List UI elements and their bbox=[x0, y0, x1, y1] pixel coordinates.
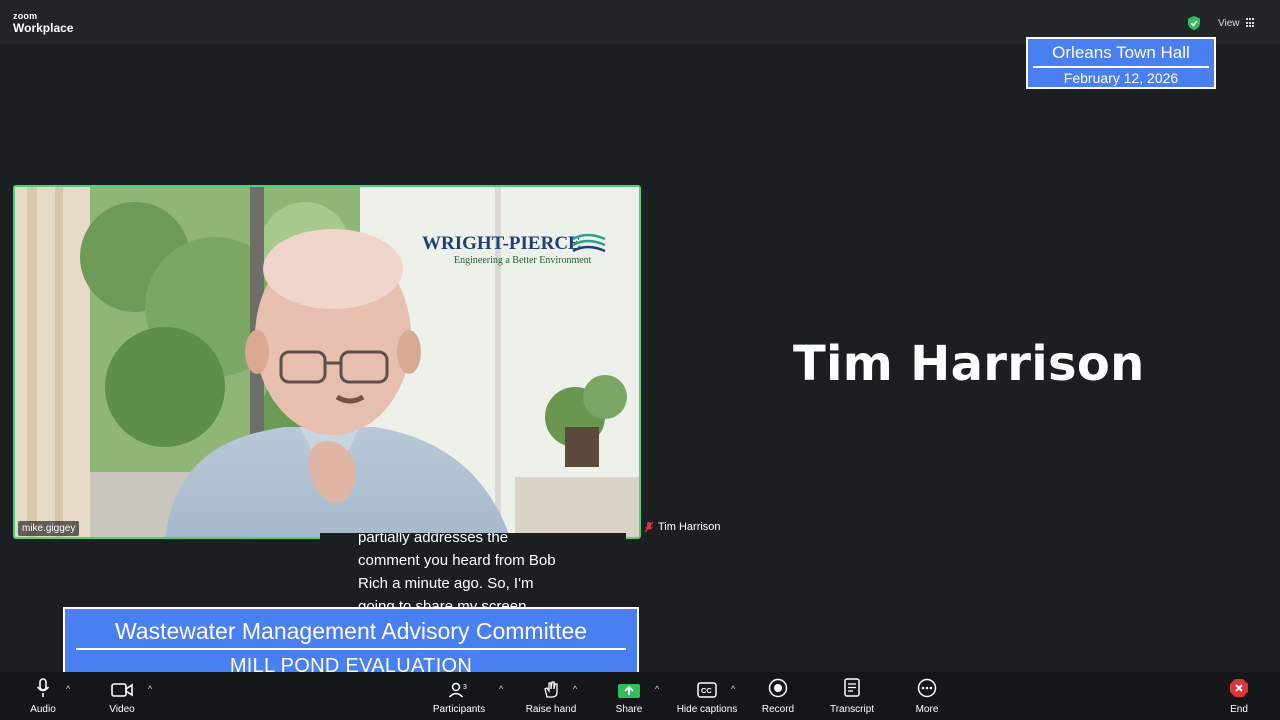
hide-captions-button[interactable]: CC Hide captions bbox=[674, 672, 740, 720]
view-label: View bbox=[1218, 17, 1240, 29]
record-label: Record bbox=[761, 704, 795, 715]
shield-check-icon[interactable] bbox=[1186, 15, 1202, 31]
raise-hand-icon bbox=[544, 681, 558, 698]
closed-captions-icon: CC bbox=[697, 682, 717, 698]
video-options-caret[interactable]: ^ bbox=[148, 684, 152, 694]
caption-line: Rich a minute ago. So, I'm bbox=[358, 575, 534, 592]
transcript-icon bbox=[844, 678, 860, 697]
raise-hand-label: Raise hand bbox=[525, 704, 577, 715]
audio-options-caret[interactable]: ^ bbox=[66, 684, 70, 694]
meeting-toolbar: Audio ^ Video ^ 3 Participants ^ Raise h… bbox=[0, 672, 1280, 720]
end-icon bbox=[1230, 679, 1248, 697]
video-frame: WRIGHT-PIERCE Engineering a Better Envir… bbox=[15, 187, 639, 537]
raise-hand-button[interactable]: Raise hand bbox=[522, 672, 580, 720]
participants-count: 3 bbox=[463, 684, 467, 691]
transcript-label: Transcript bbox=[829, 704, 875, 715]
brand-top: zoom bbox=[13, 11, 38, 21]
raise-hand-options-caret[interactable]: ^ bbox=[573, 684, 577, 694]
end-meeting-button[interactable]: End bbox=[1222, 672, 1256, 720]
logo-tagline: Engineering a Better Environment bbox=[454, 255, 592, 266]
lower-third-divider bbox=[76, 648, 626, 650]
logo-main: WRIGHT-PIERCE bbox=[422, 233, 581, 254]
more-label: More bbox=[915, 704, 939, 715]
more-button[interactable]: More bbox=[906, 672, 948, 720]
caption-line: partially addresses the bbox=[358, 533, 509, 546]
end-label: End bbox=[1230, 704, 1248, 715]
lower-third-title: Wastewater Management Advisory Committee bbox=[114, 618, 588, 644]
participant-video-tile[interactable]: WRIGHT-PIERCE Engineering a Better Envir… bbox=[13, 185, 641, 539]
brand-bottom: Workplace bbox=[13, 21, 74, 35]
view-button[interactable]: View bbox=[1212, 13, 1262, 33]
speaker-label-text: Tim Harrison bbox=[658, 521, 721, 533]
record-button[interactable]: Record bbox=[759, 672, 797, 720]
caption-line: comment you heard from Bob bbox=[358, 552, 556, 569]
mic-muted-icon bbox=[644, 521, 654, 533]
more-icon bbox=[917, 678, 937, 698]
captions-options-caret[interactable]: ^ bbox=[731, 684, 735, 694]
captions-panel: partially addresses the comment you hear… bbox=[320, 533, 626, 611]
microphone-icon bbox=[36, 678, 50, 697]
share-button[interactable]: Share bbox=[612, 672, 646, 720]
participants-label: Participants bbox=[432, 704, 486, 715]
hide-captions-label: Hide captions bbox=[676, 704, 738, 715]
share-options-caret[interactable]: ^ bbox=[655, 684, 659, 694]
active-speaker-name: Tim Harrison bbox=[793, 336, 1145, 392]
participants-icon: 3 bbox=[448, 682, 467, 698]
svg-text:CC: CC bbox=[701, 686, 712, 695]
audio-button[interactable]: Audio bbox=[20, 672, 66, 720]
grid-icon bbox=[1245, 18, 1256, 28]
location-overlay: Orleans Town Hall February 12, 2026 bbox=[1026, 37, 1216, 89]
video-label: Video bbox=[109, 704, 135, 715]
video-camera-icon bbox=[111, 683, 133, 697]
participant-name-label: mike.giggey bbox=[18, 521, 80, 536]
participants-options-caret[interactable]: ^ bbox=[499, 684, 503, 694]
audio-label: Audio bbox=[30, 704, 56, 715]
record-icon bbox=[768, 678, 788, 698]
zoom-workplace-logo: zoom Workplace bbox=[13, 11, 74, 35]
share-label: Share bbox=[615, 704, 643, 715]
location-date: February 12, 2026 bbox=[1063, 70, 1179, 86]
location-title: Orleans Town Hall bbox=[1052, 43, 1190, 62]
video-button[interactable]: Video bbox=[100, 672, 144, 720]
participants-button[interactable]: 3 Participants bbox=[428, 672, 490, 720]
location-divider bbox=[1033, 66, 1209, 68]
transcript-button[interactable]: Transcript bbox=[826, 672, 878, 720]
share-screen-icon bbox=[618, 684, 640, 698]
speaker-label: Tim Harrison bbox=[644, 521, 721, 533]
